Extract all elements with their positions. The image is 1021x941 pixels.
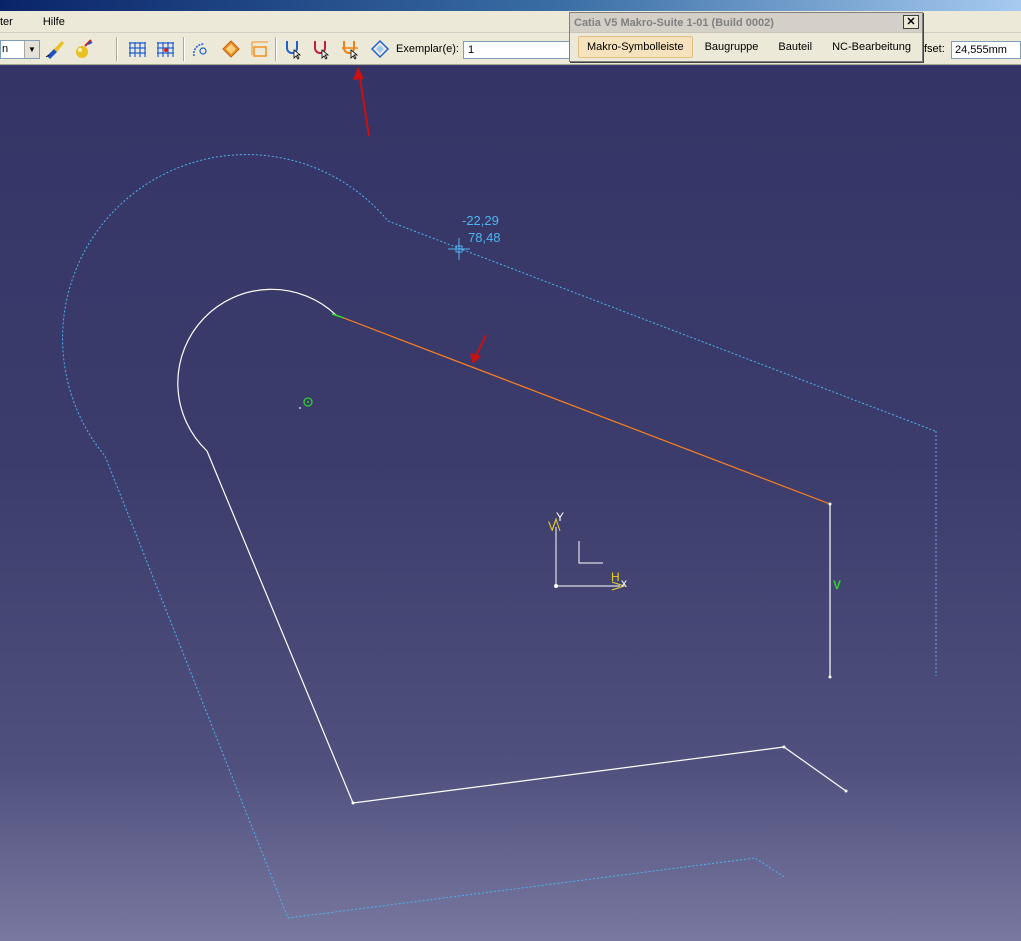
macro-suite-title: Catia V5 Makro-Suite 1-01 (Build 0002) [574,16,774,29]
endpoint[interactable] [828,675,832,679]
mode-combo-value: n [2,43,9,55]
endpoint[interactable] [351,801,355,805]
profile-line-bottom[interactable] [352,746,785,804]
tab-nc-bearbeitung[interactable]: NC-Bearbeitung [824,37,919,57]
offset-field[interactable]: 24,555mm [951,41,1021,59]
menu-item-hilfe[interactable]: Hilfe [37,16,71,28]
endpoint[interactable] [844,789,848,793]
sketch-viewport[interactable]: -22,29 78,48 V Y H x V [0,66,1021,941]
close-icon[interactable]: ✕ [903,15,919,29]
paint-ball-icon[interactable] [72,38,94,60]
tab-baugruppe[interactable]: Baugruppe [697,37,767,57]
toolbar-separator [275,37,277,61]
cursor-coord-y: 78,48 [468,230,501,245]
select-trap-orange-icon[interactable] [340,38,362,60]
tangency-marker [331,313,345,319]
profile-line-left[interactable] [206,450,354,804]
selected-line[interactable] [335,314,831,505]
exemplar-field[interactable]: 1 [463,41,573,59]
menu-item-fenster[interactable]: ter [0,16,19,28]
annotation-arrow-line [470,334,487,364]
profile-arc[interactable] [177,288,337,452]
dimension-icon[interactable] [249,38,271,60]
offset-label: fset: [924,43,945,55]
tab-bauteil[interactable]: Bauteil [770,37,820,57]
chevron-down-icon[interactable]: ▼ [24,41,39,58]
macro-suite-tabs: Makro-Symbolleiste Baugruppe Bauteil NC-… [570,33,922,61]
vertical-constraint-mark: V [833,578,841,592]
macro-suite-window: Catia V5 Makro-Suite 1-01 (Build 0002) ✕… [569,12,923,62]
axis-label-y: Y [556,510,564,524]
endpoint[interactable] [828,502,832,506]
annotation-arrow-toolbar [353,67,370,137]
toolbar-separator [183,37,185,61]
axis-label-v: V [548,519,556,533]
select-trap-icon[interactable] [283,38,305,60]
rotate-tool-icon[interactable] [369,38,391,60]
axis-label-h: H [611,570,620,584]
crosshair-cursor-icon [448,238,470,260]
macro-suite-titlebar[interactable]: Catia V5 Makro-Suite 1-01 (Build 0002) ✕ [570,13,922,33]
arc-center-dot [307,401,309,403]
exemplar-label: Exemplar(e): [396,43,459,55]
grid-icon[interactable] [127,38,149,60]
construction-icon[interactable] [220,38,242,60]
offset-profile-line[interactable] [62,154,937,919]
endpoint[interactable] [782,745,786,749]
axis-label-x: x [621,576,627,590]
select-trap-red-icon[interactable] [311,38,333,60]
paint-brush-icon[interactable] [44,38,66,60]
origin-point [299,407,301,409]
arc-tool-icon[interactable] [190,38,212,60]
window-titlebar [0,0,1021,11]
sketch-canvas[interactable]: -22,29 78,48 V Y H x V [0,66,1021,941]
profile-line-tail[interactable] [783,746,847,792]
cursor-coord-x: -22,29 [462,213,499,228]
tab-makro-symbolleiste[interactable]: Makro-Symbolleiste [578,36,693,58]
grid-snap-icon[interactable] [155,38,177,60]
mode-combo[interactable]: n ▼ [0,40,40,59]
toolbar-separator [116,37,118,61]
